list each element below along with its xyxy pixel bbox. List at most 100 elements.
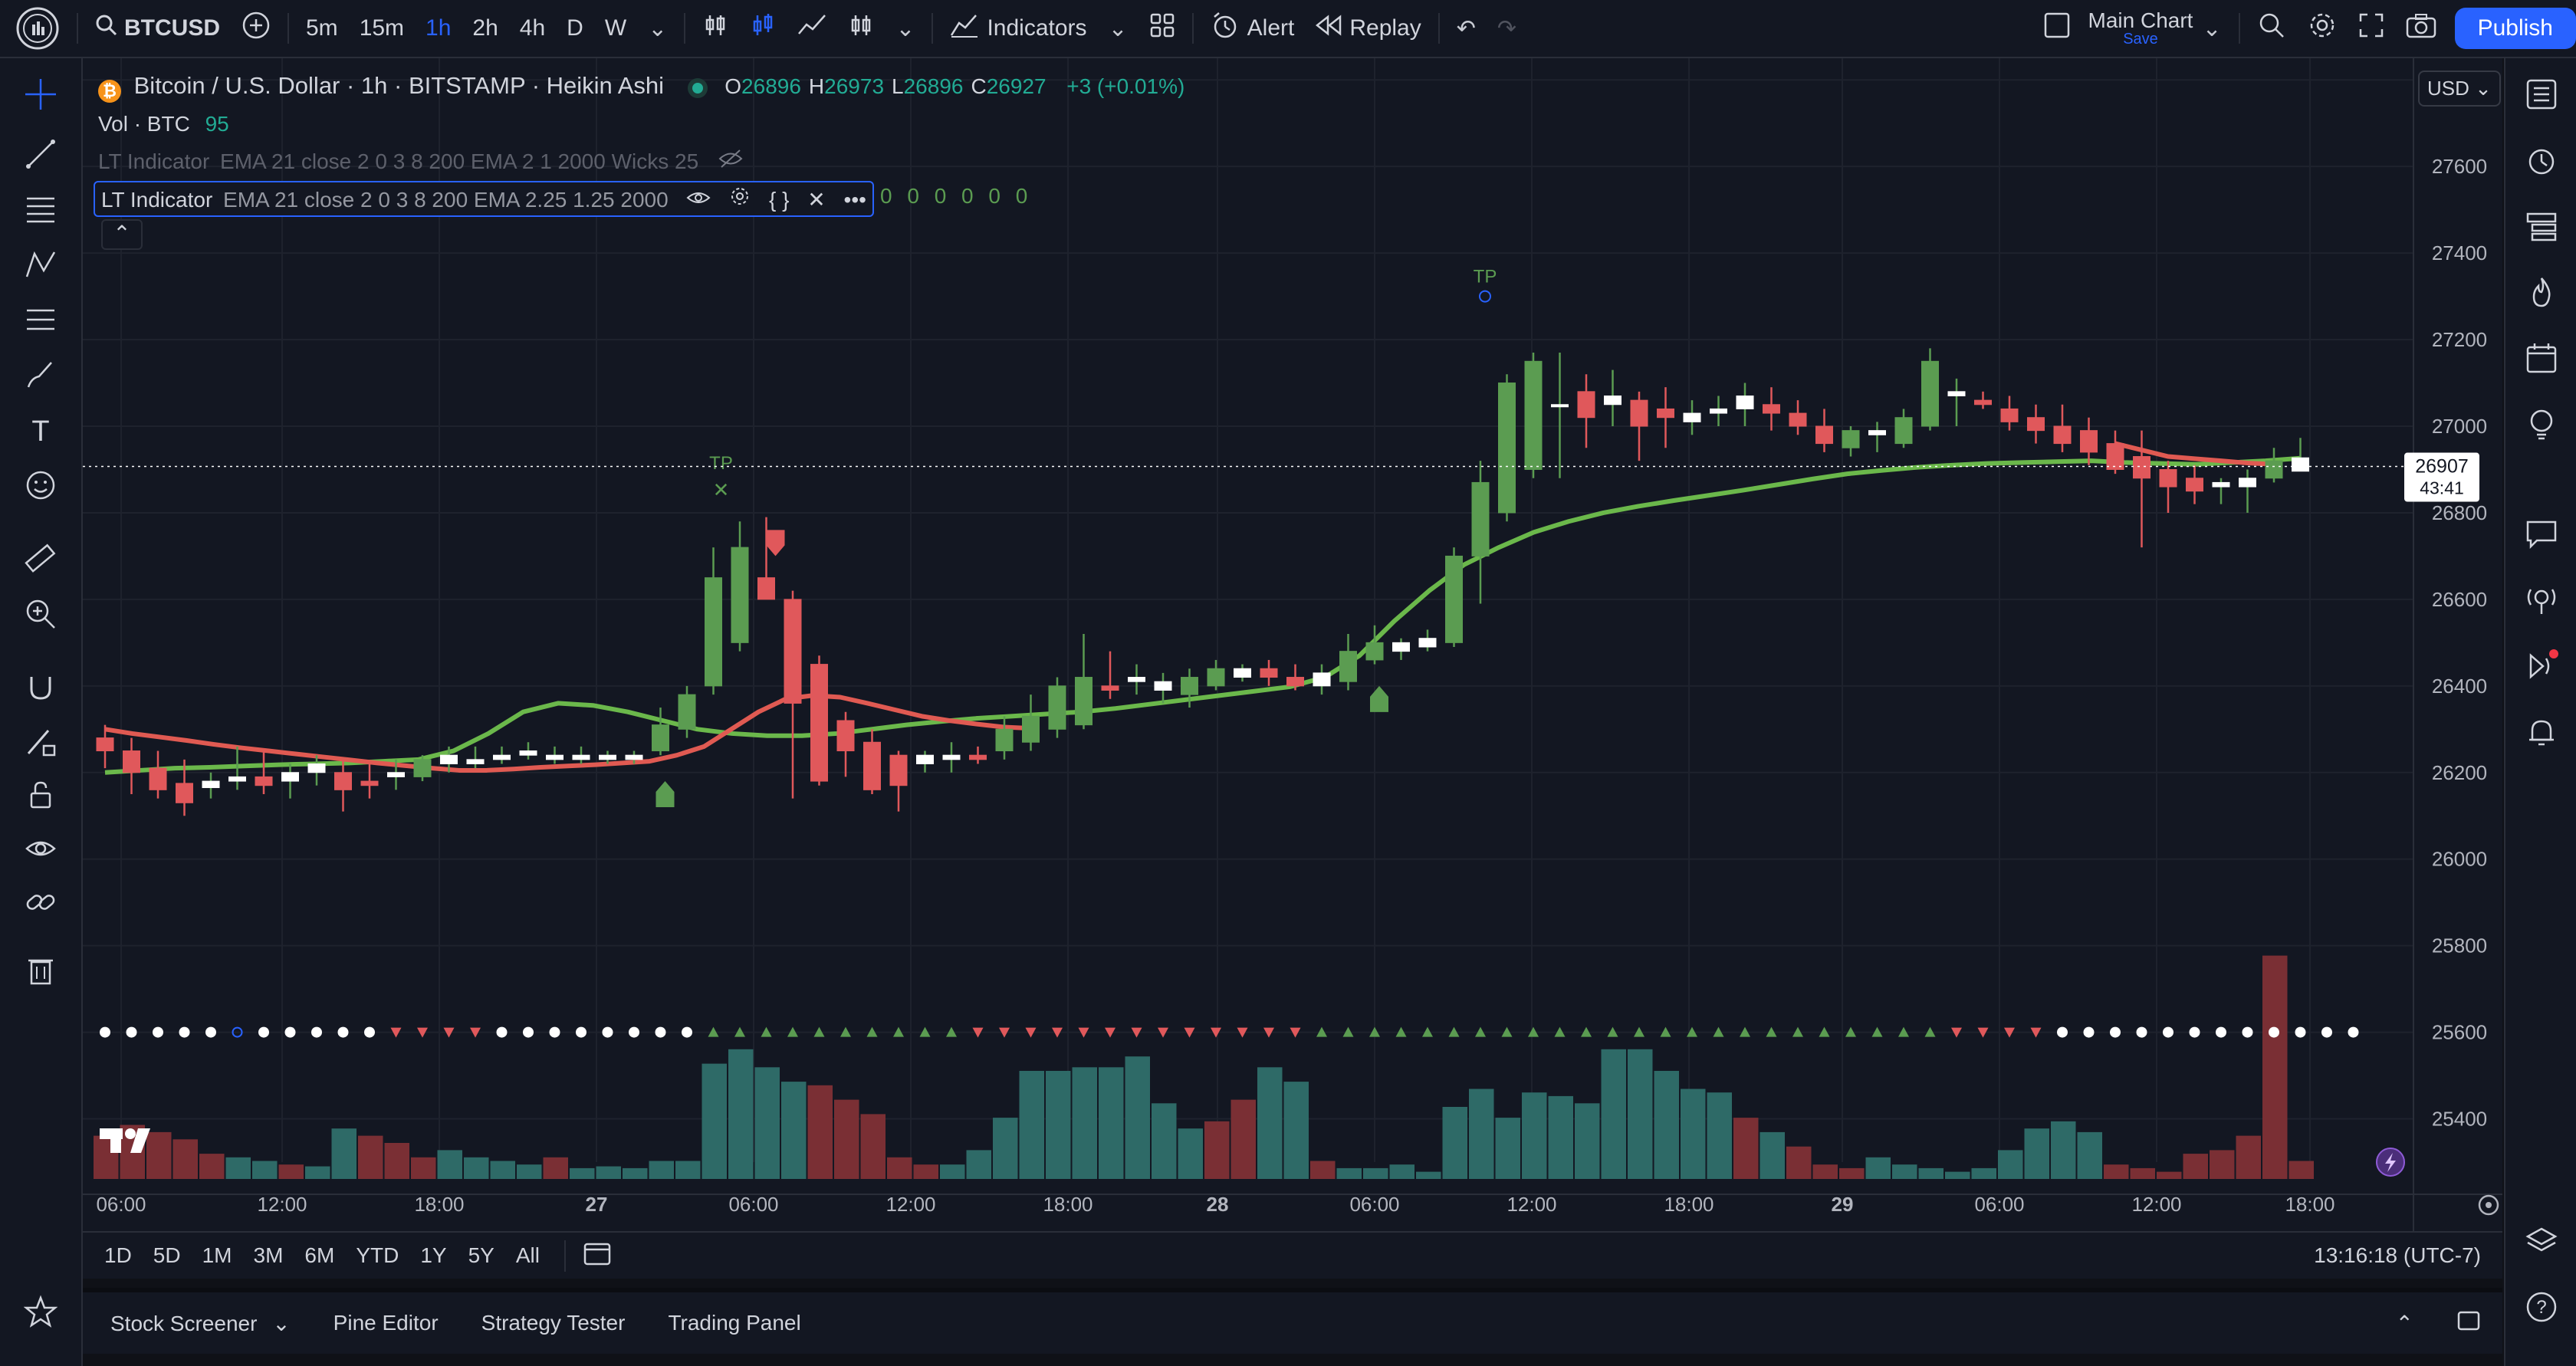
favorites-tool[interactable] — [20, 1292, 61, 1334]
range-1y[interactable]: 1Y — [409, 1243, 457, 1268]
tab-strategy-tester[interactable]: Strategy Tester — [460, 1311, 647, 1335]
range-5d[interactable]: 5D — [143, 1243, 192, 1268]
layers-button[interactable] — [2521, 1222, 2562, 1263]
object-tree-button[interactable] — [2521, 207, 2562, 248]
redo-button[interactable]: ↷ — [1487, 0, 1527, 57]
more-icon[interactable]: ••• — [844, 188, 866, 212]
tab-pine-editor[interactable]: Pine Editor — [312, 1311, 460, 1335]
ideas-button[interactable] — [2521, 405, 2562, 446]
snapshot-button[interactable] — [2395, 0, 2447, 57]
collapse-legend-button[interactable]: ⌃ — [101, 219, 143, 250]
volume-bar — [2236, 1135, 2261, 1179]
logo-icon[interactable] — [0, 0, 71, 57]
signal-dot — [549, 1026, 560, 1038]
indicator-legend-hidden[interactable]: LT Indicator EMA 21 close 2 0 3 8 200 EM… — [98, 149, 743, 174]
gear-icon[interactable] — [729, 188, 751, 212]
candle-body — [360, 780, 379, 786]
maximize-panel-button[interactable] — [2435, 1310, 2502, 1337]
hide-drawings-tool[interactable] — [20, 829, 61, 871]
alerts-panel-button[interactable] — [2521, 141, 2562, 182]
symbol-search[interactable]: BTCUSD — [84, 0, 231, 57]
projection-tool[interactable] — [20, 300, 61, 342]
chart-pane[interactable]: 2780027600274002720027000268002660026400… — [83, 58, 2502, 1239]
bars-style-button[interactable] — [692, 0, 739, 57]
timeframe-15m[interactable]: 15m — [349, 0, 415, 57]
indicator-legend-active[interactable]: LT Indicator EMA 21 close 2 0 3 8 200 EM… — [94, 181, 874, 217]
help-button[interactable]: ? — [2521, 1288, 2562, 1329]
magnet-tool[interactable] — [20, 668, 61, 710]
measure-tool[interactable] — [20, 540, 61, 581]
range-1m[interactable]: 1M — [192, 1243, 243, 1268]
close-icon[interactable]: ✕ — [807, 188, 825, 212]
replay-button[interactable]: Replay — [1305, 0, 1431, 57]
source-code-icon[interactable]: { } — [769, 188, 789, 212]
chats-button[interactable] — [2521, 515, 2562, 557]
zoom-tool[interactable] — [20, 595, 61, 636]
settings-button[interactable] — [2297, 0, 2348, 57]
volume-bar — [1257, 1067, 1283, 1179]
line-chart-icon — [797, 12, 826, 44]
hotlists-button[interactable] — [2521, 273, 2562, 314]
heikin-ashi-style-button[interactable] — [739, 0, 787, 57]
ohlc-key: L — [892, 74, 904, 98]
fullscreen-button[interactable] — [2348, 0, 2395, 57]
go-to-date-button[interactable] — [564, 1240, 623, 1272]
lock-drawings-tool[interactable] — [20, 776, 61, 817]
candle-body — [307, 763, 326, 773]
streams-button[interactable] — [2521, 581, 2562, 622]
eye-icon[interactable] — [686, 188, 711, 212]
timeframe-dropdown[interactable]: ⌄ — [637, 0, 678, 57]
timeframe-2h[interactable]: 2h — [462, 0, 508, 57]
range-1d[interactable]: 1D — [94, 1243, 143, 1268]
timeframe-5m[interactable]: 5m — [295, 0, 349, 57]
volume-bar — [807, 1085, 833, 1179]
trend-line-tool[interactable] — [20, 135, 61, 176]
watchlist-button[interactable] — [2521, 75, 2562, 117]
stay-drawing-tool[interactable] — [20, 722, 61, 763]
clock-timezone[interactable]: 13:16:18 (UTC-7) — [2303, 1243, 2492, 1268]
eye-off-icon[interactable] — [718, 149, 743, 173]
templates-button[interactable] — [1138, 0, 1186, 57]
calendar-button[interactable] — [2521, 339, 2562, 380]
quick-search-button[interactable] — [2246, 0, 2297, 57]
pattern-tool[interactable] — [20, 245, 61, 287]
volume-bar — [781, 1082, 807, 1179]
alert-button[interactable]: Alert — [1200, 0, 1306, 57]
compare-button[interactable] — [231, 0, 281, 57]
link-drawings-tool[interactable] — [20, 883, 61, 924]
range-ytd[interactable]: YTD — [345, 1243, 409, 1268]
live-streams-button[interactable] — [2521, 647, 2562, 688]
tab-stock-screener[interactable]: Stock Screener ⌄ — [83, 1311, 312, 1336]
indicators-dropdown[interactable]: ⌄ — [1098, 0, 1138, 57]
timeframe-d[interactable]: D — [556, 0, 594, 57]
notifications-button[interactable] — [2521, 713, 2562, 754]
range-5y[interactable]: 5Y — [458, 1243, 505, 1268]
expand-panel-button[interactable]: ⌃ — [2374, 1311, 2435, 1336]
fib-tool[interactable] — [20, 190, 61, 231]
timeframe-1h[interactable]: 1h — [415, 0, 462, 57]
chart-type-dropdown[interactable]: ⌄ — [885, 0, 925, 57]
currency-select[interactable]: USD ⌄ — [2418, 71, 2501, 107]
timeframe-4h[interactable]: 4h — [509, 0, 556, 57]
remove-drawings-tool[interactable] — [20, 951, 61, 992]
tab-trading-panel[interactable]: Trading Panel — [646, 1311, 822, 1335]
line-style-button[interactable] — [787, 0, 837, 57]
emoji-tool[interactable] — [20, 466, 61, 507]
brush-tool[interactable] — [20, 356, 61, 397]
crosshair-tool[interactable] — [20, 75, 61, 117]
candles-style-button[interactable] — [837, 0, 885, 57]
text-tool[interactable]: T — [20, 411, 61, 452]
indicators-button[interactable]: Indicators — [939, 0, 1097, 57]
publish-button[interactable]: Publish — [2454, 8, 2576, 49]
price-chart[interactable]: 2780027600274002720027000268002660026400… — [83, 58, 2502, 1231]
layout-select[interactable]: Main Chart Save ⌄ — [2032, 0, 2233, 57]
volume-bar — [2130, 1167, 2155, 1179]
range-6m[interactable]: 6M — [294, 1243, 345, 1268]
undo-button[interactable]: ↶ — [1446, 0, 1487, 57]
range-3m[interactable]: 3M — [243, 1243, 294, 1268]
range-all[interactable]: All — [505, 1243, 550, 1268]
signal-dot — [2110, 1026, 2121, 1038]
volume-bar — [596, 1166, 621, 1179]
candle-body — [1048, 685, 1066, 730]
timeframe-w[interactable]: W — [594, 0, 637, 57]
